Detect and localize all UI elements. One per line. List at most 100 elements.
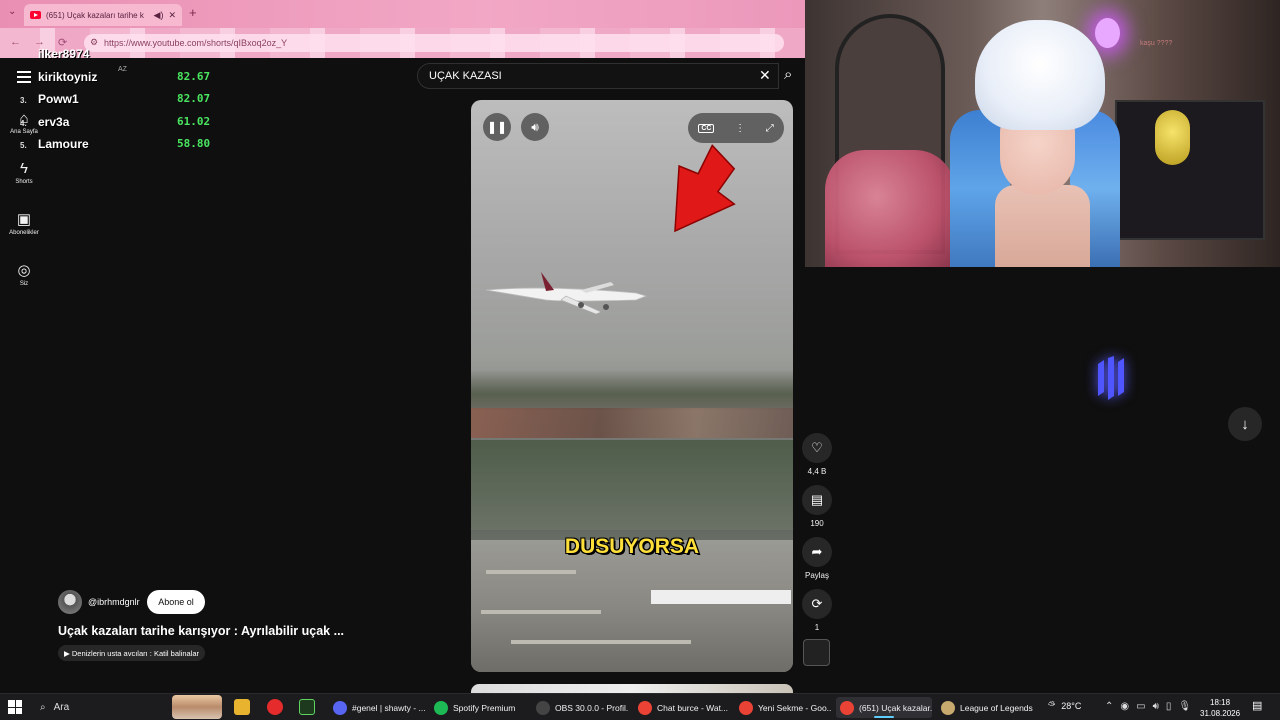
comments-button[interactable]: ▤ 190 xyxy=(798,485,836,528)
sidebar-item-shorts[interactable]: ϟ Shorts xyxy=(0,160,48,185)
sidebar-item-label: Siz xyxy=(19,281,29,287)
like-count: 4,4 B xyxy=(807,467,827,476)
tab-audio-icon[interactable]: ◀) xyxy=(154,10,164,21)
clock-time: 18:18 xyxy=(1210,698,1231,707)
arrow-down-icon: ↓ xyxy=(1241,415,1249,433)
captions-icon[interactable]: CC xyxy=(698,123,715,133)
taskbar-app[interactable]: League of Legends xyxy=(937,697,1037,718)
comment-icon: ▤ xyxy=(802,485,832,515)
search-highlight-image[interactable] xyxy=(172,695,222,719)
sidebar-item-label: Abonelikler xyxy=(9,230,39,236)
taskbar-app[interactable]: #genel | shawty - ... xyxy=(329,697,425,718)
remix-button[interactable]: ⟳ 1 xyxy=(798,589,836,632)
video-caption: DUSUYORSA xyxy=(564,535,700,558)
leaderboard-name: Lamoure xyxy=(38,137,89,151)
taskbar-app-label: Spotify Premium xyxy=(453,702,516,713)
clear-search-icon[interactable]: ✕ xyxy=(759,67,771,84)
leaderboard-score: 82.67 xyxy=(177,69,211,83)
tray-expand-icon[interactable]: ⌃ xyxy=(1105,701,1113,712)
temperature: 28°C xyxy=(1061,700,1082,711)
taskbar-app[interactable]: (651) Uçak kazalar... xyxy=(836,697,932,718)
webcam-neon-light xyxy=(1095,18,1120,48)
webcam-overlay-text: kaşu ???? xyxy=(1140,40,1173,47)
volume-tray-icon[interactable]: 🔊︎ xyxy=(1153,701,1159,712)
file-explorer-icon[interactable] xyxy=(234,699,250,715)
remix-count: 1 xyxy=(814,623,820,632)
sidebar-item-you[interactable]: ◎ Siz xyxy=(0,261,48,287)
shorts-video-player[interactable]: ❚❚ 🔊︎ CC ⋮ ⤢ DUSUYORSA xyxy=(471,100,793,672)
profile-icon: ◎ xyxy=(17,262,31,279)
taskbar-app-icon xyxy=(941,700,955,715)
volume-icon: 🔊︎ xyxy=(531,119,539,134)
taskbar-app-icon xyxy=(739,700,753,715)
shorts-icon: ϟ xyxy=(20,160,28,177)
channel-name[interactable]: @ibrhmdgnlr xyxy=(88,597,140,607)
red-arrow-icon xyxy=(674,144,736,233)
taskbar-search-icon: ⌕ xyxy=(40,702,46,713)
weather-widget[interactable]: ⛅︎ 28°C xyxy=(1048,700,1081,711)
youtube-favicon-icon xyxy=(30,11,41,19)
webcam-shelf xyxy=(1115,100,1265,240)
sidebar-item-subscriptions[interactable]: ▣ Abonelikler xyxy=(0,210,48,236)
sidebar-item-label: Ana Sayfa xyxy=(10,129,38,135)
fullscreen-icon[interactable]: ⤢ xyxy=(766,123,774,134)
app-red-icon[interactable] xyxy=(267,699,283,715)
sound-chip-label: Denizlerin usta avcıları : Katil balinal… xyxy=(71,648,200,658)
mic-icon[interactable]: 🎙︎ xyxy=(1178,701,1191,712)
search-icon[interactable]: ⌕ xyxy=(784,66,792,83)
like-icon: ♡ xyxy=(802,433,832,463)
browser-tab[interactable]: (651) Uçak kazaları tarihe k ◀) ✕ xyxy=(24,4,182,26)
system-clock[interactable]: 18:18 31.08.2026 xyxy=(1200,697,1240,719)
tab-close-icon[interactable]: ✕ xyxy=(168,10,176,21)
leaderboard-row: 4. erv3a 61.02 xyxy=(20,114,230,137)
share-button[interactable]: ➦ Paylaş xyxy=(798,537,836,580)
taskbar-app[interactable]: Spotify Premium xyxy=(430,697,526,718)
more-options-icon[interactable]: ⋮ xyxy=(735,123,745,134)
windows-taskbar: ⌕ Ara #genel | shawty - ... Spotify Premi… xyxy=(0,693,1280,720)
leaderboard-rank: 3. xyxy=(20,96,27,105)
app-green-icon[interactable] xyxy=(299,699,315,715)
sound-chip[interactable]: ▶ Denizlerin usta avcıları : Katil balin… xyxy=(58,645,206,661)
share-icon: ➦ xyxy=(802,537,832,567)
taskbar-app[interactable]: Chat burce - Wat... xyxy=(634,697,730,718)
webcam-overlay: kaşu ???? xyxy=(805,0,1280,267)
volume-button[interactable]: 🔊︎ xyxy=(521,113,549,141)
subscribe-button[interactable]: Abone ol xyxy=(147,590,205,614)
taskbar-app[interactable]: Yeni Sekme - Goo... xyxy=(735,697,831,718)
webcam-person-body xyxy=(995,185,1090,267)
clock-date: 31.08.2026 xyxy=(1200,709,1241,718)
pause-button[interactable]: ❚❚ xyxy=(483,113,511,141)
taskbar-app-label: Yeni Sekme - Goo... xyxy=(758,702,831,713)
channel-avatar[interactable] xyxy=(58,590,82,614)
tab-search-icon[interactable]: ⌄ xyxy=(8,6,16,17)
windows-start-icon[interactable] xyxy=(8,700,22,714)
notification-icon[interactable]: ▤ xyxy=(1252,699,1262,712)
taskbar-search[interactable]: ⌕ Ara xyxy=(34,697,164,718)
sound-thumbnail[interactable] xyxy=(803,639,830,666)
taskbar-app-icon xyxy=(840,700,854,715)
leaderboard-name: ilker8974 xyxy=(38,47,90,61)
taskbar-app-label: (651) Uçak kazalar... xyxy=(859,702,932,713)
taskbar-app-label: OBS 30.0.0 - Profil... xyxy=(555,702,628,713)
weather-icon: ⛅︎ xyxy=(1048,700,1056,710)
sidebar-item-home[interactable]: ⌂ Ana Sayfa xyxy=(0,110,48,135)
network-icon[interactable]: ▭ xyxy=(1136,701,1145,712)
taskbar-app-icon xyxy=(333,700,347,715)
new-tab-button[interactable]: + xyxy=(189,5,197,20)
battery-icon[interactable]: ▯ xyxy=(1166,701,1172,712)
leaderboard-overlay: ilker8974 kiriktoyniz 82.67 3. Poww1 82.07 4. e… xyxy=(20,46,230,159)
home-icon: ⌂ xyxy=(19,110,29,127)
tab-title: (651) Uçak kazaları tarihe k xyxy=(46,10,144,20)
video-scene-graphics xyxy=(485,144,736,315)
search-query: UÇAK KAZASI xyxy=(429,70,502,82)
leaderboard-score: 82.07 xyxy=(177,92,211,105)
taskbar-app[interactable]: OBS 30.0.0 - Profil... xyxy=(532,697,628,718)
discord-tray-icon[interactable]: ◉ xyxy=(1120,701,1129,712)
taskbar-app-label: #genel | shawty - ... xyxy=(352,702,425,713)
search-input[interactable]: UÇAK KAZASI ✕ xyxy=(417,63,779,89)
leaderboard-row: ilker8974 xyxy=(20,46,230,69)
next-video-button[interactable]: ↓ xyxy=(1228,407,1262,441)
video-title[interactable]: Uçak kazaları tarihe karışıyor : Ayrılab… xyxy=(58,624,344,638)
like-button[interactable]: ♡ 4,4 B xyxy=(798,433,836,476)
leaderboard-rank: 5. xyxy=(20,141,27,150)
